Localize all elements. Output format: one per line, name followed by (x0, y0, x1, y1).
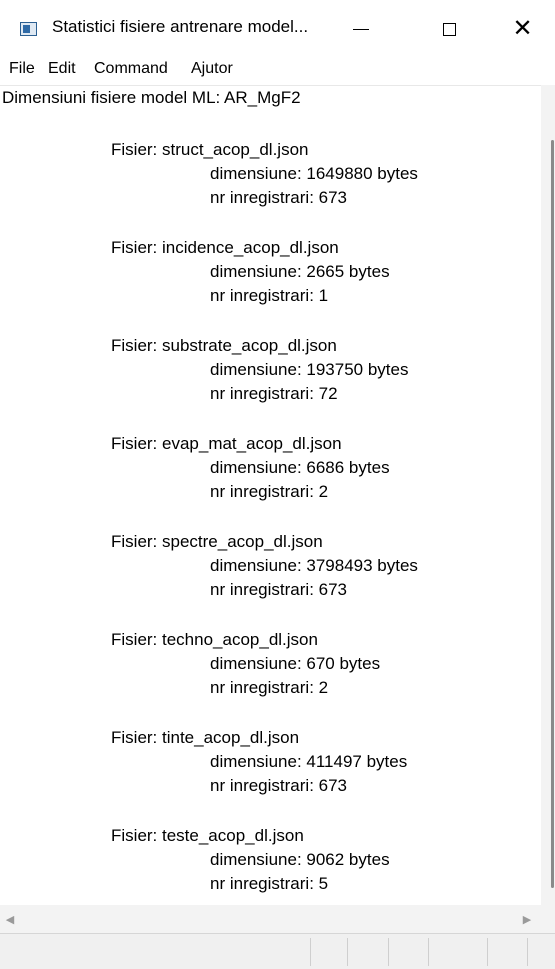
status-bar (0, 933, 555, 969)
horizontal-scrollbar[interactable] (0, 905, 541, 933)
file-records: nr inregistrari: 2 (210, 678, 329, 697)
file-size: dimensiune: 9062 bytes (210, 850, 390, 869)
file-size: dimensiune: 2665 bytes (210, 262, 390, 281)
file-name: Fisier: tinte_acop_dl.json (111, 728, 300, 747)
menu-bar: File Edit Command Ajutor (0, 58, 555, 85)
file-size: dimensiune: 6686 bytes (210, 458, 390, 477)
status-divider (347, 938, 348, 966)
menu-file[interactable]: File (9, 60, 35, 78)
minimize-button[interactable] (322, 0, 400, 58)
status-divider (428, 938, 429, 966)
file-size: dimensiune: 1649880 bytes (210, 164, 418, 183)
close-button[interactable]: ✕ (490, 0, 555, 58)
file-name: Fisier: techno_acop_dl.json (111, 630, 318, 649)
close-icon: ✕ (512, 15, 533, 42)
file-name: Fisier: teste_acop_dl.json (111, 826, 304, 845)
status-divider (527, 938, 528, 966)
file-size: dimensiune: 3798493 bytes (210, 556, 418, 575)
menu-command[interactable]: Command (94, 60, 168, 78)
file-name: Fisier: struct_acop_dl.json (111, 140, 309, 159)
file-records: nr inregistrari: 5 (210, 874, 329, 893)
file-size: dimensiune: 193750 bytes (210, 360, 409, 379)
file-name: Fisier: substrate_acop_dl.json (111, 336, 337, 355)
maximize-icon (442, 22, 456, 36)
vertical-scroll-thumb[interactable] (551, 140, 554, 888)
maximize-button[interactable] (410, 0, 488, 58)
file-size: dimensiune: 670 bytes (210, 654, 381, 673)
minimize-icon (353, 28, 369, 30)
status-divider (487, 938, 488, 966)
file-records: nr inregistrari: 673 (210, 776, 348, 795)
model-heading: Dimensiuni fisiere model ML: AR_MgF2 (2, 88, 301, 107)
file-name: Fisier: spectre_acop_dl.json (111, 532, 323, 551)
file-name: Fisier: incidence_acop_dl.json (111, 238, 339, 257)
menu-ajutor[interactable]: Ajutor (191, 60, 233, 78)
file-records: nr inregistrari: 673 (210, 580, 348, 599)
title-bar[interactable]: Statistici fisiere antrenare model... ✕ (0, 0, 555, 58)
file-size: dimensiune: 411497 bytes (210, 752, 408, 771)
window-title: Statistici fisiere antrenare model... (52, 17, 309, 36)
scrollbar-corner (541, 905, 555, 933)
app-window-icon (20, 22, 37, 36)
file-records: nr inregistrari: 72 (210, 384, 338, 403)
scroll-left-arrow-icon[interactable]: ◀ (0, 905, 20, 933)
scroll-right-arrow-icon[interactable]: ▶ (517, 905, 537, 933)
file-name: Fisier: evap_mat_acop_dl.json (111, 434, 342, 453)
status-divider (388, 938, 389, 966)
status-divider (310, 938, 311, 966)
file-records: nr inregistrari: 2 (210, 482, 329, 501)
menu-edit[interactable]: Edit (48, 60, 76, 78)
file-records: nr inregistrari: 673 (210, 188, 348, 207)
file-records: nr inregistrari: 1 (210, 286, 329, 305)
stats-text-area[interactable]: Dimensiuni fisiere model ML: AR_MgF2 Fis… (0, 85, 541, 906)
